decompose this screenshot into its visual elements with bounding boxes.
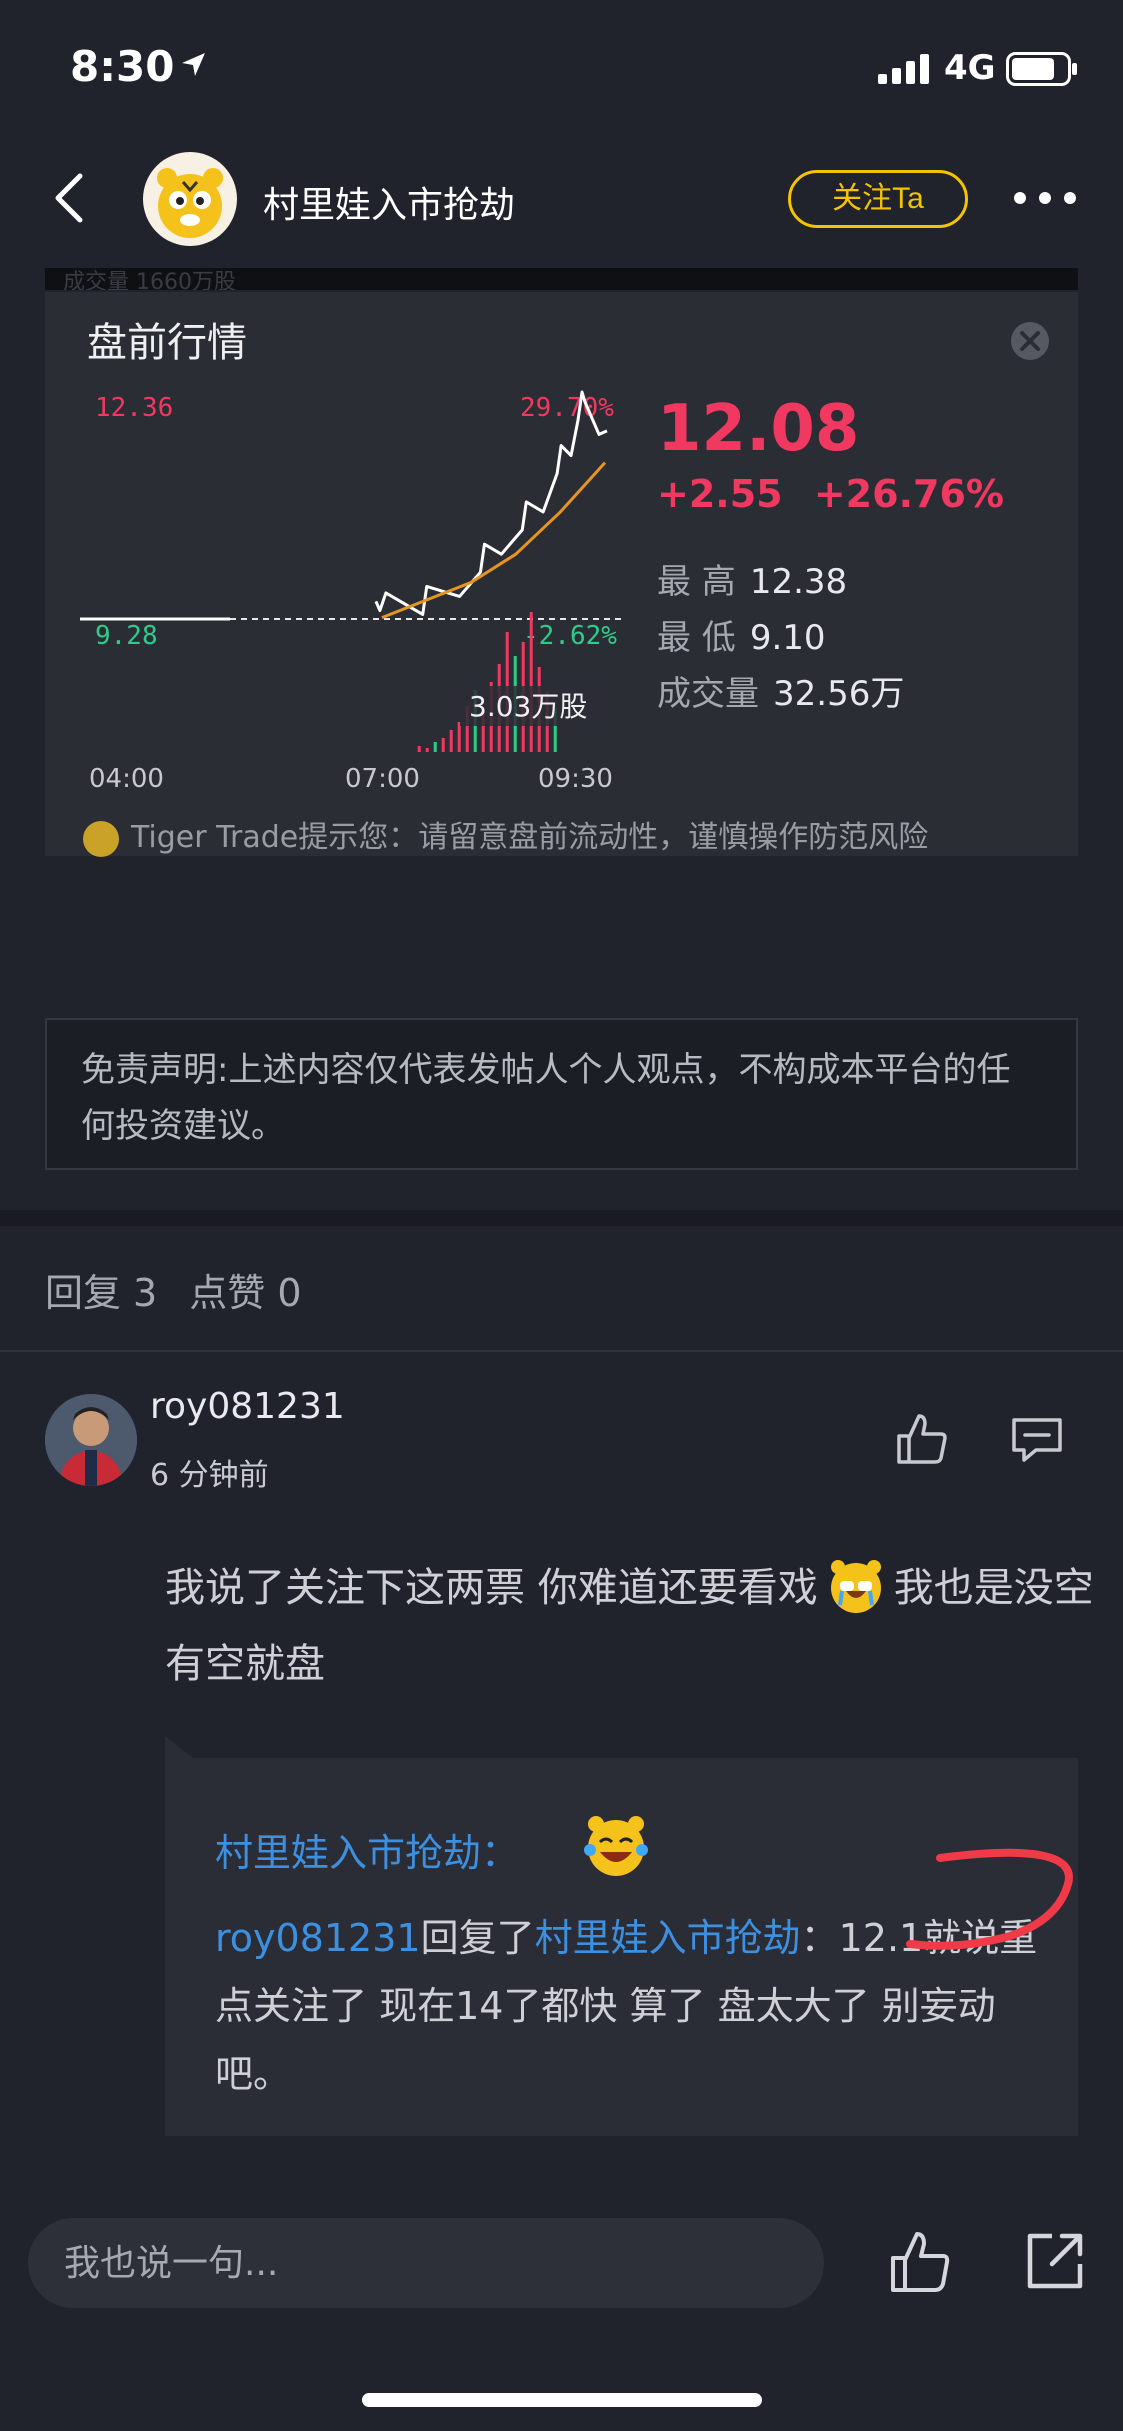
volume-bar bbox=[449, 730, 453, 752]
high-value: 12.38 bbox=[749, 562, 848, 602]
volume-bar bbox=[425, 748, 429, 752]
reply-count: 3 bbox=[133, 1271, 158, 1315]
quoted-author[interactable]: 村里娃入市抢劫： bbox=[215, 1822, 519, 1877]
risk-tip-text: Tiger Trade提示您：请留意盘前流动性，谨慎操作防范风险 bbox=[131, 820, 929, 855]
location-arrow-icon bbox=[182, 53, 205, 76]
comment-input[interactable] bbox=[28, 2218, 824, 2308]
comment-time: 6 分钟前 bbox=[150, 1458, 269, 1493]
comment-text-part: 我说了关注下这两票 你难道还要看戏 bbox=[165, 1565, 818, 1611]
volume-bar bbox=[529, 612, 533, 752]
high-stat: 最 高 12.38 bbox=[657, 554, 847, 603]
pct-min-label: -2.62% bbox=[523, 621, 617, 651]
section-divider bbox=[0, 1210, 1123, 1226]
change-percent: +26.76% bbox=[813, 472, 1004, 516]
status-bar: 8:30 4G bbox=[0, 0, 1123, 140]
reply-target-link[interactable]: 村里娃入市抢劫 bbox=[535, 1916, 801, 1960]
status-time: 8:30 bbox=[70, 42, 175, 91]
tiger-logo-icon bbox=[83, 820, 119, 857]
premarket-chart: 12.36 29.70% 9.28 -2.62% 3.03万股 04:00 07… bbox=[80, 390, 625, 794]
volume-tooltip: 3.03万股 bbox=[469, 690, 587, 723]
divider bbox=[0, 1350, 1123, 1352]
volume-bar bbox=[441, 738, 445, 752]
commenter-avatar[interactable] bbox=[45, 1394, 137, 1486]
tiger-laugh-emoji-icon bbox=[584, 1816, 648, 1876]
volume-label: 成交量 bbox=[657, 674, 759, 714]
low-label: 最 低 bbox=[657, 618, 736, 658]
last-price: 12.08 bbox=[657, 392, 860, 466]
more-icon[interactable] bbox=[1010, 180, 1080, 216]
app-screen: 8:30 4G 村里娃入市抢劫 关注Ta 成交量 1660万股 盘前行情 12.… bbox=[0, 0, 1123, 2431]
red-annotation-mark bbox=[906, 1848, 1073, 1950]
pct-max-label: 29.70% bbox=[520, 393, 614, 423]
y-min-label: 9.28 bbox=[95, 621, 158, 651]
x-tick-label: 04:00 bbox=[89, 764, 164, 794]
author-avatar[interactable] bbox=[143, 152, 237, 246]
high-label: 最 高 bbox=[657, 562, 736, 602]
volume-bar bbox=[457, 722, 461, 752]
volume-value: 32.56万 bbox=[773, 674, 905, 714]
y-max-label: 12.36 bbox=[95, 393, 173, 423]
quote-notch bbox=[165, 1736, 193, 1758]
back-arrow-icon[interactable] bbox=[40, 168, 100, 228]
battery-icon bbox=[1006, 52, 1077, 86]
change-value: +2.55 bbox=[657, 472, 783, 516]
share-icon[interactable] bbox=[1024, 2230, 1086, 2292]
thumbs-up-icon[interactable] bbox=[895, 1412, 949, 1466]
follow-button[interactable]: 关注Ta bbox=[788, 170, 968, 228]
x-tick-label: 09:30 bbox=[538, 764, 613, 794]
comment-reply-icon[interactable] bbox=[1010, 1416, 1064, 1462]
thumbs-up-icon[interactable] bbox=[888, 2230, 952, 2294]
network-type: 4G bbox=[944, 48, 996, 88]
volume-bar bbox=[417, 746, 421, 752]
tiger-mascot-icon bbox=[157, 168, 223, 238]
reply-label: 回复 bbox=[45, 1271, 122, 1315]
average-price-line bbox=[381, 461, 607, 619]
x-tick-label: 07:00 bbox=[345, 764, 420, 794]
home-indicator bbox=[362, 2393, 762, 2407]
risk-tip: Tiger Trade提示您：请留意盘前流动性，谨慎操作防范风险 bbox=[83, 812, 928, 857]
tiger-cry-emoji-icon bbox=[830, 1560, 881, 1613]
price-change: +2.55 +26.76% bbox=[657, 472, 1004, 516]
premarket-quote-card: 盘前行情 12.36 29.70% 9.28 -2.62% 3.03万股 04:… bbox=[45, 292, 1078, 857]
volume-stat: 成交量 32.56万 bbox=[657, 666, 904, 715]
post-stats: 回复 3 点赞 0 bbox=[45, 1262, 314, 1317]
signal-icon bbox=[878, 54, 929, 84]
reply-verb: 回复了 bbox=[420, 1916, 535, 1960]
close-icon[interactable] bbox=[1009, 320, 1051, 362]
volume-bar bbox=[433, 742, 437, 752]
disclaimer-box: 免责声明:上述内容仅代表发帖人个人观点，不构成本平台的任何投资建议。 bbox=[45, 1018, 1078, 1170]
low-value: 9.10 bbox=[749, 618, 826, 658]
like-count: 0 bbox=[277, 1271, 302, 1315]
page-title: 村里娃入市抢劫 bbox=[263, 185, 516, 226]
comment-text: 我说了关注下这两票 你难道还要看戏 我也是没空 有空就盘 bbox=[165, 1550, 1095, 1702]
person-photo-icon bbox=[45, 1394, 137, 1486]
commenter-name[interactable]: roy081231 bbox=[150, 1386, 345, 1427]
nav-header: 村里娃入市抢劫 关注Ta bbox=[0, 140, 1123, 260]
clipped-volume-text: 成交量 1660万股 bbox=[45, 268, 1078, 290]
price-line bbox=[374, 390, 608, 616]
like-label: 点赞 bbox=[189, 1271, 266, 1315]
low-stat: 最 低 9.10 bbox=[657, 610, 826, 659]
reply-user-link[interactable]: roy081231 bbox=[215, 1916, 421, 1960]
